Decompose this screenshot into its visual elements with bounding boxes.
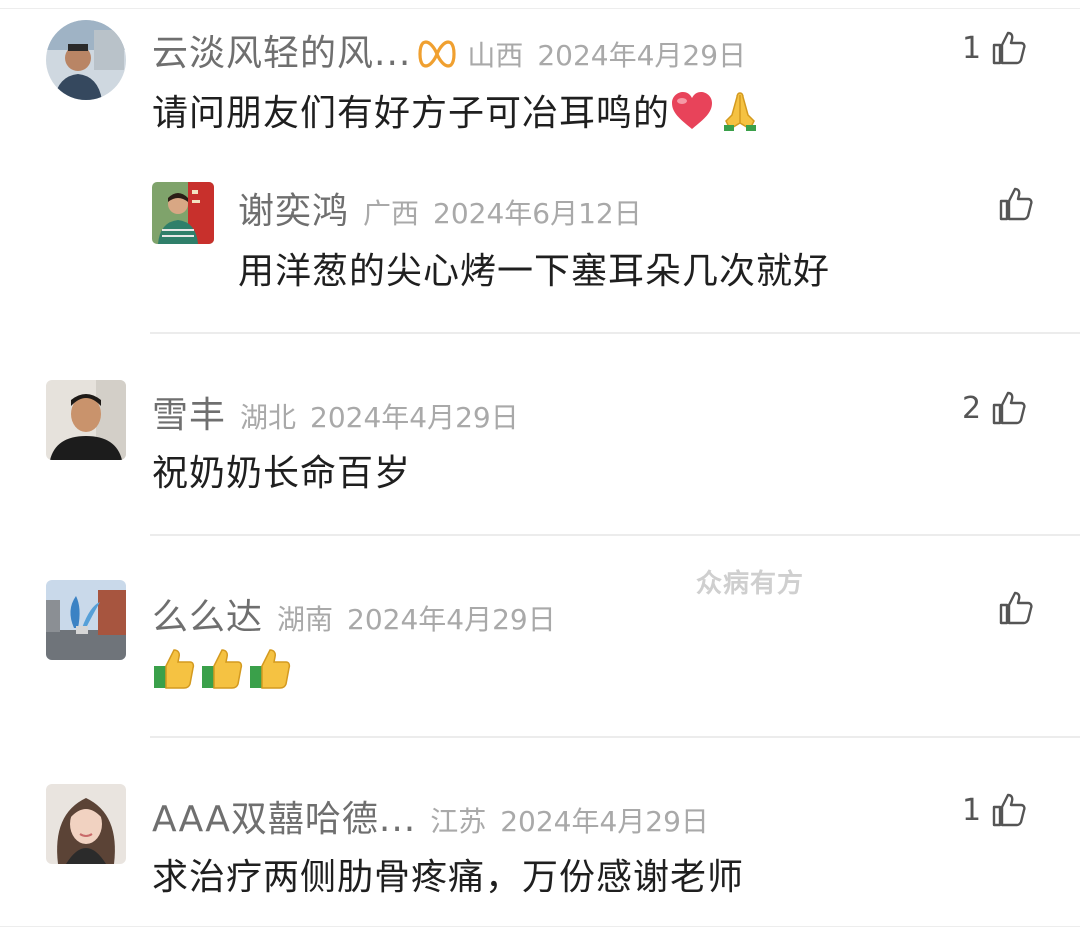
thumbs-up-icon [998, 186, 1034, 222]
thumbs-up-icon [998, 590, 1034, 626]
comment-text [152, 646, 292, 699]
avatar[interactable] [46, 580, 126, 660]
username[interactable]: 云淡风轻的风... [152, 24, 411, 76]
thumbs-up-icon [991, 792, 1027, 828]
location: 湖北 [240, 401, 297, 434]
username[interactable]: 雪丰 [152, 386, 226, 438]
username[interactable]: 谢奕鸿 [238, 182, 349, 234]
comment-text: 求治疗两侧肋骨疼痛，万份感谢老师 [152, 857, 745, 898]
username[interactable]: AAA双囍哈德... [152, 790, 416, 842]
thumbs-up-icon [991, 390, 1027, 426]
thumbs-up-emoji-icon [152, 646, 196, 699]
watermark: 众病有方 [696, 569, 805, 599]
like-count: 1 [962, 792, 982, 828]
like-button[interactable] [998, 590, 1034, 626]
like-button[interactable]: 2 [962, 390, 1027, 426]
username[interactable]: 么么达 [152, 588, 263, 640]
reply-text: 用洋葱的尖心烤一下塞耳朵几次就好 [238, 251, 831, 292]
avatar[interactable] [46, 380, 126, 460]
date: 2024年4月29日 [500, 805, 709, 838]
avatar[interactable] [46, 20, 126, 100]
date: 2024年6月12日 [433, 197, 642, 230]
divider [150, 332, 1080, 334]
like-button[interactable]: 1 [962, 792, 1027, 828]
avatar[interactable] [152, 182, 214, 244]
divider [150, 736, 1080, 738]
location: 广西 [363, 197, 420, 230]
bottom-divider [0, 926, 1080, 927]
date: 2024年4月29日 [310, 401, 519, 434]
comment-text: 请问朋友们有好方子可冶耳鸣的 [152, 84, 762, 142]
avatar[interactable] [46, 784, 126, 864]
comment-text: 祝奶奶长命百岁 [152, 453, 412, 494]
location: 湖南 [277, 603, 334, 636]
date: 2024年4月29日 [347, 603, 556, 636]
folded-hands-emoji-icon [718, 89, 762, 142]
thumbs-up-emoji-icon [248, 646, 292, 699]
top-divider [0, 8, 1080, 9]
location: 山西 [467, 39, 524, 72]
like-button[interactable] [998, 186, 1034, 222]
vip-infinity-badge-icon [417, 39, 457, 73]
heart-emoji-icon [670, 91, 714, 140]
thumbs-up-icon [991, 30, 1027, 66]
divider [150, 534, 1080, 536]
thumbs-up-emoji-icon [200, 646, 244, 699]
date: 2024年4月29日 [537, 39, 747, 72]
like-count: 1 [962, 30, 982, 66]
like-count: 2 [962, 390, 982, 426]
location: 江苏 [430, 805, 487, 838]
like-button[interactable]: 1 [962, 30, 1027, 66]
